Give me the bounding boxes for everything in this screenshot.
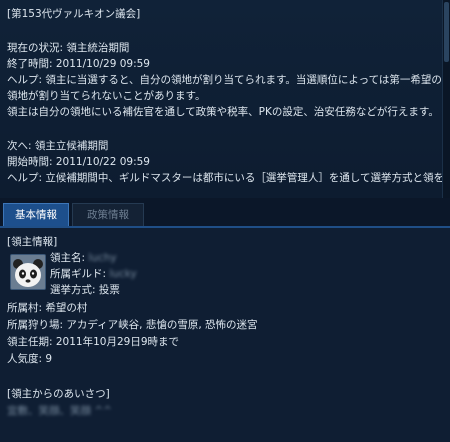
help-text-3: 領主は自分の領地にいる補佐官を通して政策や税率、PKの設定、治安任務などが行えま… <box>7 106 439 118</box>
lord-hunting-grounds: 所属狩り場: アカディア峡谷, 悲愴の雪原, 恐怖の迷宮 <box>7 319 258 331</box>
help-text-1: ヘルプ: 領主に当選すると、自分の領地が割り当てられます。当選順位によっては第一… <box>7 74 442 86</box>
tab-bar: 基本情報 政策情報 <box>0 198 450 228</box>
election-method: 選挙方式: 投票 <box>50 284 120 296</box>
lord-avatar <box>10 254 46 290</box>
end-time: 終了時間: 2011/10/29 09:59 <box>7 58 150 70</box>
lord-guild-row: 所属ギルド: lucky <box>50 266 137 282</box>
panda-avatar-icon <box>11 255 45 289</box>
lord-popularity: 人気度: 9 <box>7 353 53 365</box>
lord-guild-value: lucky <box>109 268 137 280</box>
help-text-2: 領地が割り当てられないことがあります。 <box>7 90 206 102</box>
start-time: 開始時間: 2011/10/22 09:59 <box>7 156 150 168</box>
council-header: [第153代ヴァルキオン議会] <box>7 8 141 20</box>
help-text-4: ヘルプ: 立候補期間中、ギルドマスターは都市にいる［選挙管理人］を通して選挙方式… <box>7 172 445 184</box>
lord-name-label: 領主名: <box>50 252 86 264</box>
tab-basic-info[interactable]: 基本情報 <box>3 203 69 226</box>
election-scrollbar[interactable] <box>442 0 450 198</box>
election-info-panel: [第153代ヴァルキオン議会] 現在の状況: 領主統治期間 終了時間: 2011… <box>0 0 450 198</box>
lord-village: 所属村: 希望の村 <box>7 302 88 314</box>
lord-info-title: [領主情報] <box>7 236 58 248</box>
lord-guild-label: 所属ギルド: <box>50 268 107 280</box>
next-phase: 次へ: 領主立候補期間 <box>7 140 109 152</box>
lord-name-row: 領主名: luchy <box>50 250 117 266</box>
current-status: 現在の状況: 領主統治期間 <box>7 42 130 54</box>
scrollbar-thumb[interactable] <box>444 2 449 62</box>
tab-policy-info[interactable]: 政策情報 <box>72 203 144 226</box>
greeting-message: 宜敷、笑顔、笑顔 ^^ <box>7 405 112 417</box>
lord-name-value: luchy <box>88 252 117 264</box>
lord-term: 領主任期: 2011年10月29日9時まで <box>7 336 179 348</box>
greeting-title: [領主からのあいさつ] <box>7 388 110 400</box>
